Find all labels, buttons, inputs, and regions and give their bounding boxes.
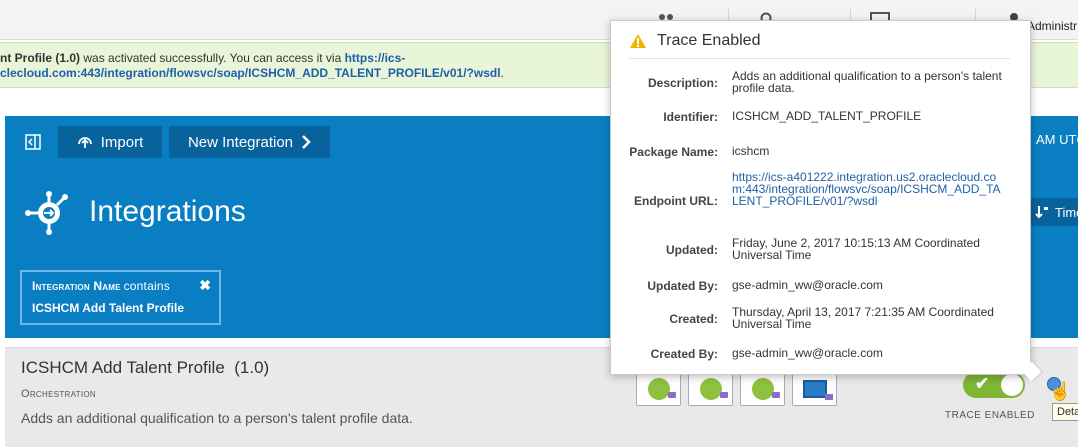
import-button-label: Import (100, 133, 144, 151)
endpoint-url-link[interactable]: https://ics-a401222.integration.us2.orac… (732, 171, 1004, 207)
admin-user-label[interactable]: Administr (1027, 19, 1077, 33)
time-filter-label: Time (1055, 204, 1078, 220)
connection-icon-hcm[interactable] (688, 371, 733, 406)
panel-toggle-icon (25, 134, 41, 150)
details-tooltip: Deta (1052, 403, 1078, 421)
warning-icon (630, 34, 646, 48)
integrations-logo-icon (25, 191, 68, 235)
filter-criteria: Integration Name contains (32, 279, 209, 293)
collapse-panel-button[interactable] (18, 126, 48, 158)
connection-icon-hcm[interactable] (740, 371, 785, 406)
package-name-label: Package Name: (629, 145, 718, 159)
toggle-knob (1001, 374, 1023, 396)
integration-version: (1.0) (234, 358, 270, 377)
integration-name: ICSHCM Add Talent Profile (21, 358, 225, 377)
integrations-page: Administr nt Profile (1.0) was activated… (0, 0, 1078, 447)
endpoint-url-label: Endpoint URL: (634, 194, 718, 208)
package-name-value: icshcm (732, 144, 770, 158)
popover-title: Trace Enabled (657, 32, 761, 49)
updated-value: Friday, June 2, 2017 10:15:13 AM Coordin… (732, 236, 980, 262)
integration-style: Orchestration (21, 388, 96, 400)
identifier-label: Identifier: (663, 110, 718, 124)
banner-integration-name: nt Profile (1.0) (0, 51, 81, 65)
last-refreshed-time: AM UTC (1036, 132, 1078, 147)
new-integration-button[interactable]: New Integration (169, 126, 330, 158)
hcm-connection-icon (647, 377, 676, 400)
created-value: Thursday, April 13, 2017 7:21:35 AM Coor… (732, 305, 994, 331)
description-label: Description: (647, 76, 718, 90)
integration-description: Adds an additional qualification to a pe… (21, 410, 413, 426)
time-filter-button[interactable]: Time (1027, 198, 1078, 226)
soap-connection-icon (802, 379, 833, 400)
hcm-connection-icon (699, 377, 728, 400)
description-value: Adds an additional qualification to a pe… (732, 69, 1002, 95)
filter-chip[interactable]: Integration Name contains ICSHCM Add Tal… (20, 270, 221, 325)
filter-value: ICSHCM Add Talent Profile (32, 301, 185, 315)
import-button[interactable]: Import (58, 126, 162, 158)
checkmark-icon: ✔ (975, 374, 990, 393)
popover-divider (629, 58, 1010, 59)
hcm-connection-icon (751, 377, 780, 400)
integration-title: ICSHCM Add Talent Profile (1.0) (21, 358, 269, 378)
connection-icon-hcm[interactable] (636, 371, 681, 406)
identifier-value: ICSHCM_ADD_TALENT_PROFILE (732, 109, 922, 123)
filter-field-name: Integration Name (32, 279, 121, 293)
popover-header: Trace Enabled (629, 32, 760, 50)
new-integration-label: New Integration (187, 133, 294, 151)
trace-enabled-label: TRACE ENABLED (945, 410, 1035, 421)
banner-message: was activated successfully. You can acce… (80, 51, 345, 65)
banner-wsdl-link-continued[interactable]: clecloud.com:443/integration/flowsvc/soa… (0, 66, 501, 80)
connection-icon-soap[interactable] (792, 371, 837, 406)
created-by-label: Created By: (650, 347, 718, 361)
chevron-right-icon (302, 135, 311, 149)
activation-toggle[interactable]: ✔ (963, 372, 1025, 398)
updated-by-value: gse-admin_ww@oracle.com (732, 278, 883, 292)
banner-wsdl-link[interactable]: https://ics- (345, 51, 406, 65)
hand-cursor-icon: ☝ (1049, 381, 1072, 401)
upload-icon (77, 137, 92, 148)
updated-label: Updated: (666, 243, 718, 257)
sort-icon (1035, 206, 1048, 219)
page-title: Integrations (89, 195, 246, 228)
banner-period: . (500, 66, 504, 80)
filter-operator: contains (123, 279, 170, 293)
created-by-value: gse-admin_ww@oracle.com (732, 346, 883, 360)
created-label: Created: (669, 312, 718, 326)
remove-filter-icon[interactable]: ✖ (199, 277, 211, 294)
updated-by-label: Updated By: (647, 279, 718, 293)
integration-details-popover: Trace Enabled Description: Adds an addit… (610, 20, 1031, 375)
